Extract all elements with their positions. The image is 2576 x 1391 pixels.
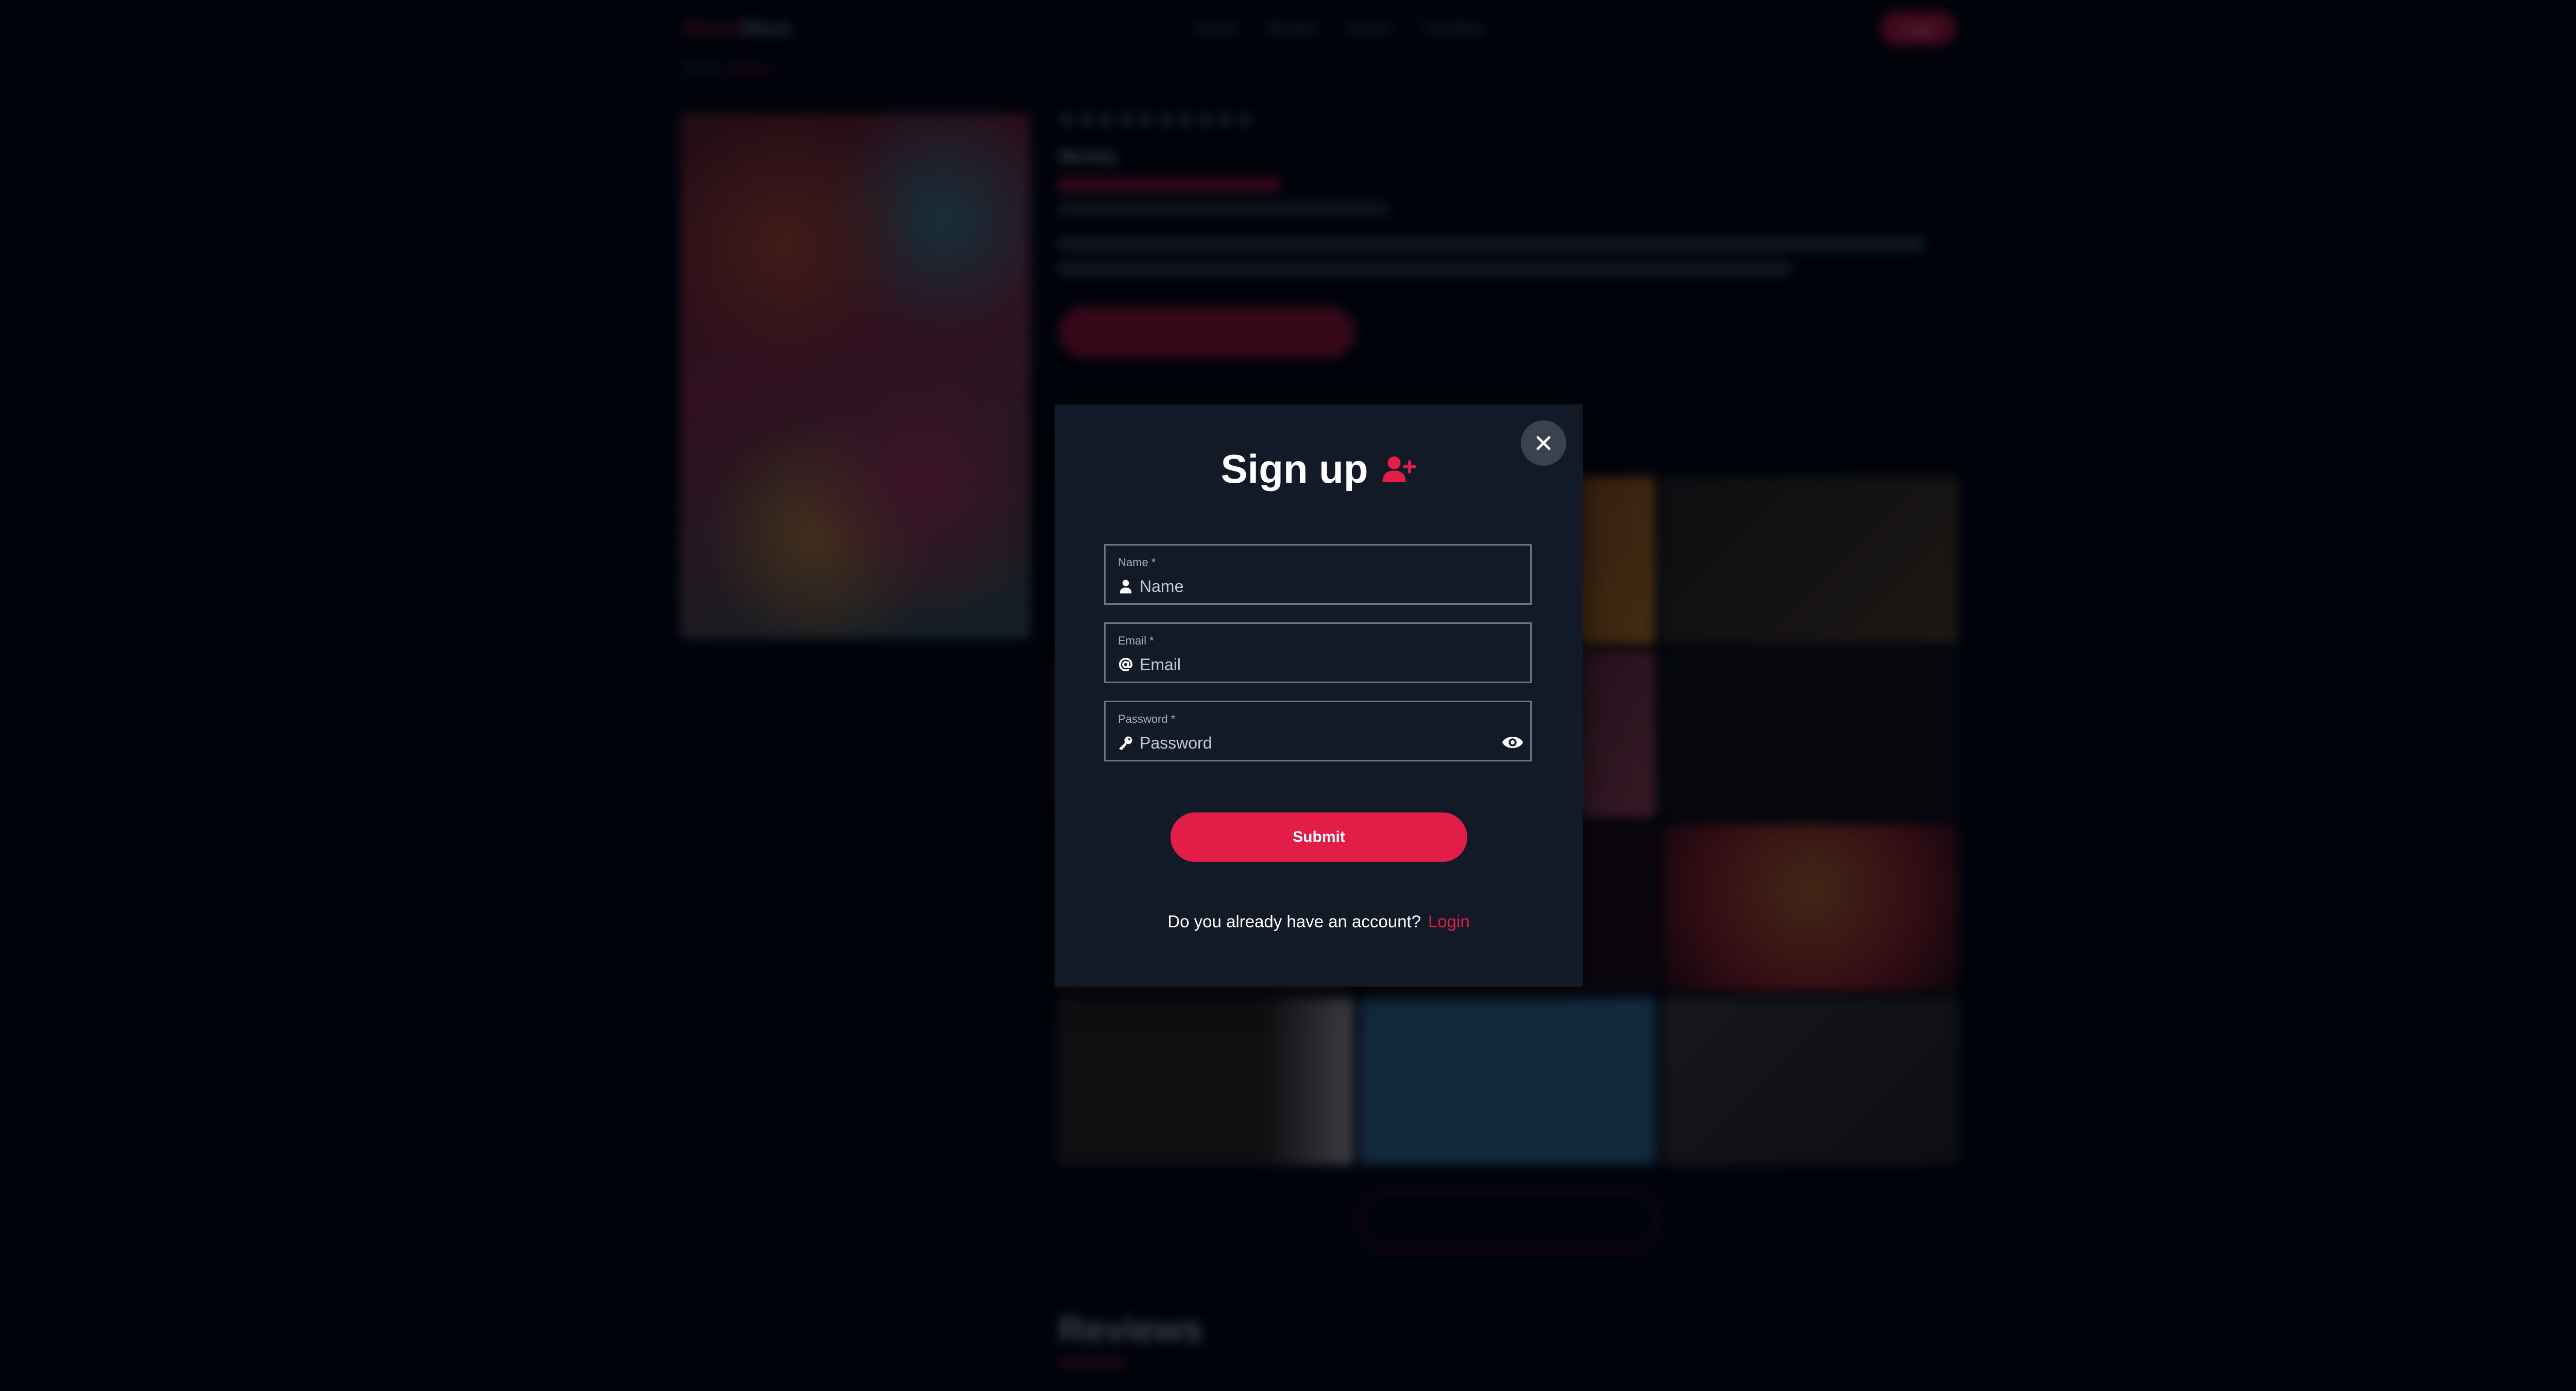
submit-button[interactable]: Submit xyxy=(1171,812,1467,862)
modal-header: Sign up xyxy=(1055,446,1583,493)
modal-title: Sign up xyxy=(1221,446,1368,491)
at-icon xyxy=(1118,657,1133,672)
email-field-label: Email * xyxy=(1118,634,1154,647)
login-link[interactable]: Login xyxy=(1428,912,1470,931)
name-input[interactable] xyxy=(1139,574,1491,598)
key-icon xyxy=(1119,736,1132,750)
toggle-password-button[interactable] xyxy=(1501,732,1524,753)
email-input[interactable] xyxy=(1139,653,1491,676)
account-prompt-text: Do you already have an account? xyxy=(1167,912,1421,931)
user-plus-icon xyxy=(1382,456,1417,482)
name-field-label: Name * xyxy=(1118,556,1156,569)
name-field[interactable]: Name * xyxy=(1104,544,1532,605)
password-field-label: Password * xyxy=(1118,713,1176,725)
password-input[interactable] xyxy=(1139,731,1491,755)
eye-icon xyxy=(1502,737,1523,748)
user-icon xyxy=(1120,580,1132,593)
login-prompt: Do you already have an account? Login xyxy=(1055,912,1583,931)
email-field[interactable]: Email * xyxy=(1104,622,1532,683)
password-field[interactable]: Password * xyxy=(1104,701,1532,761)
